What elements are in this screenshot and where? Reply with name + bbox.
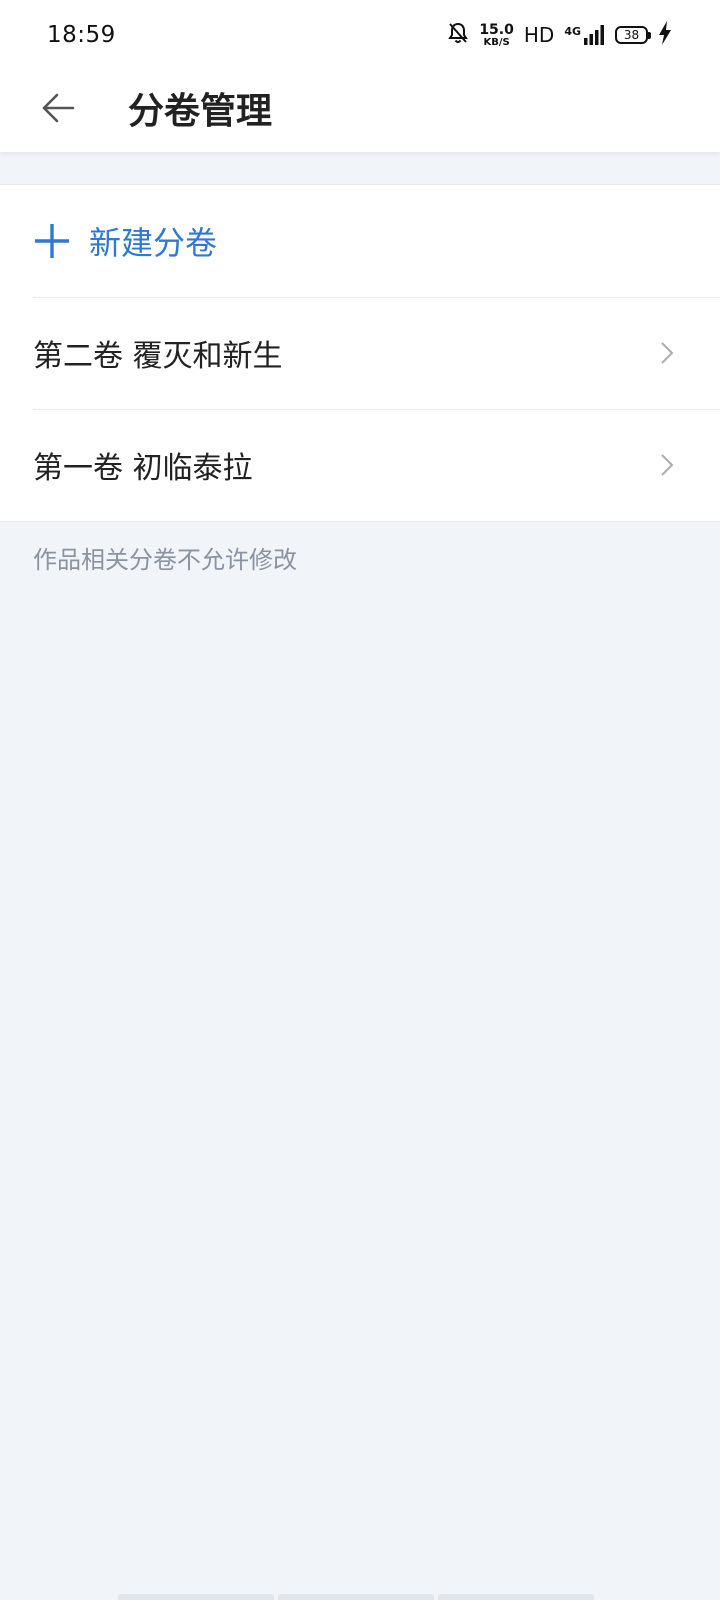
volume-title: 第一卷 初临泰拉 <box>33 451 253 486</box>
volume-item[interactable]: 第一卷 初临泰拉 <box>0 409 720 521</box>
signal-icon: 4G <box>564 24 605 46</box>
page-title: 分卷管理 <box>128 91 273 132</box>
gesture-segment <box>118 1594 274 1600</box>
chevron-right-icon <box>658 340 676 366</box>
battery-level: 38 <box>623 28 640 42</box>
battery-icon: 38 <box>615 26 651 44</box>
speed-value: 15.0 <box>479 21 514 38</box>
gesture-bar <box>118 1594 594 1600</box>
mute-bell-icon <box>447 21 469 49</box>
network-type: 4G <box>564 25 581 38</box>
status-time: 18:59 <box>47 22 116 48</box>
speed-unit: KB/S <box>483 36 510 48</box>
network-speed: 15.0 KB/S <box>479 23 514 48</box>
new-volume-label: 新建分卷 <box>89 224 218 262</box>
status-icons: 15.0 KB/S HD 4G 38 <box>447 20 672 50</box>
new-volume-button[interactable]: 新建分卷 <box>0 185 720 297</box>
chevron-right-icon <box>658 452 676 478</box>
gesture-segment <box>438 1594 594 1600</box>
screen: 18:59 15.0 KB/S HD 4G 38 分卷管理 新建分卷 第二卷 覆… <box>0 0 720 1600</box>
status-bar: 18:59 15.0 KB/S HD 4G 38 <box>0 0 720 70</box>
app-bar: 分卷管理 <box>0 70 720 152</box>
hd-indicator: HD <box>523 23 555 47</box>
charging-bolt-icon <box>658 21 672 49</box>
gesture-segment <box>278 1594 434 1600</box>
volume-title: 第二卷 覆灭和新生 <box>33 339 283 374</box>
arrow-left-icon <box>42 93 75 123</box>
volume-list: 新建分卷 第二卷 覆灭和新生 第一卷 初临泰拉 <box>0 184 720 522</box>
plus-icon <box>33 222 71 260</box>
volume-item[interactable]: 第二卷 覆灭和新生 <box>0 297 720 409</box>
hint-text: 作品相关分卷不允许修改 <box>33 546 297 574</box>
back-button[interactable] <box>30 80 86 136</box>
